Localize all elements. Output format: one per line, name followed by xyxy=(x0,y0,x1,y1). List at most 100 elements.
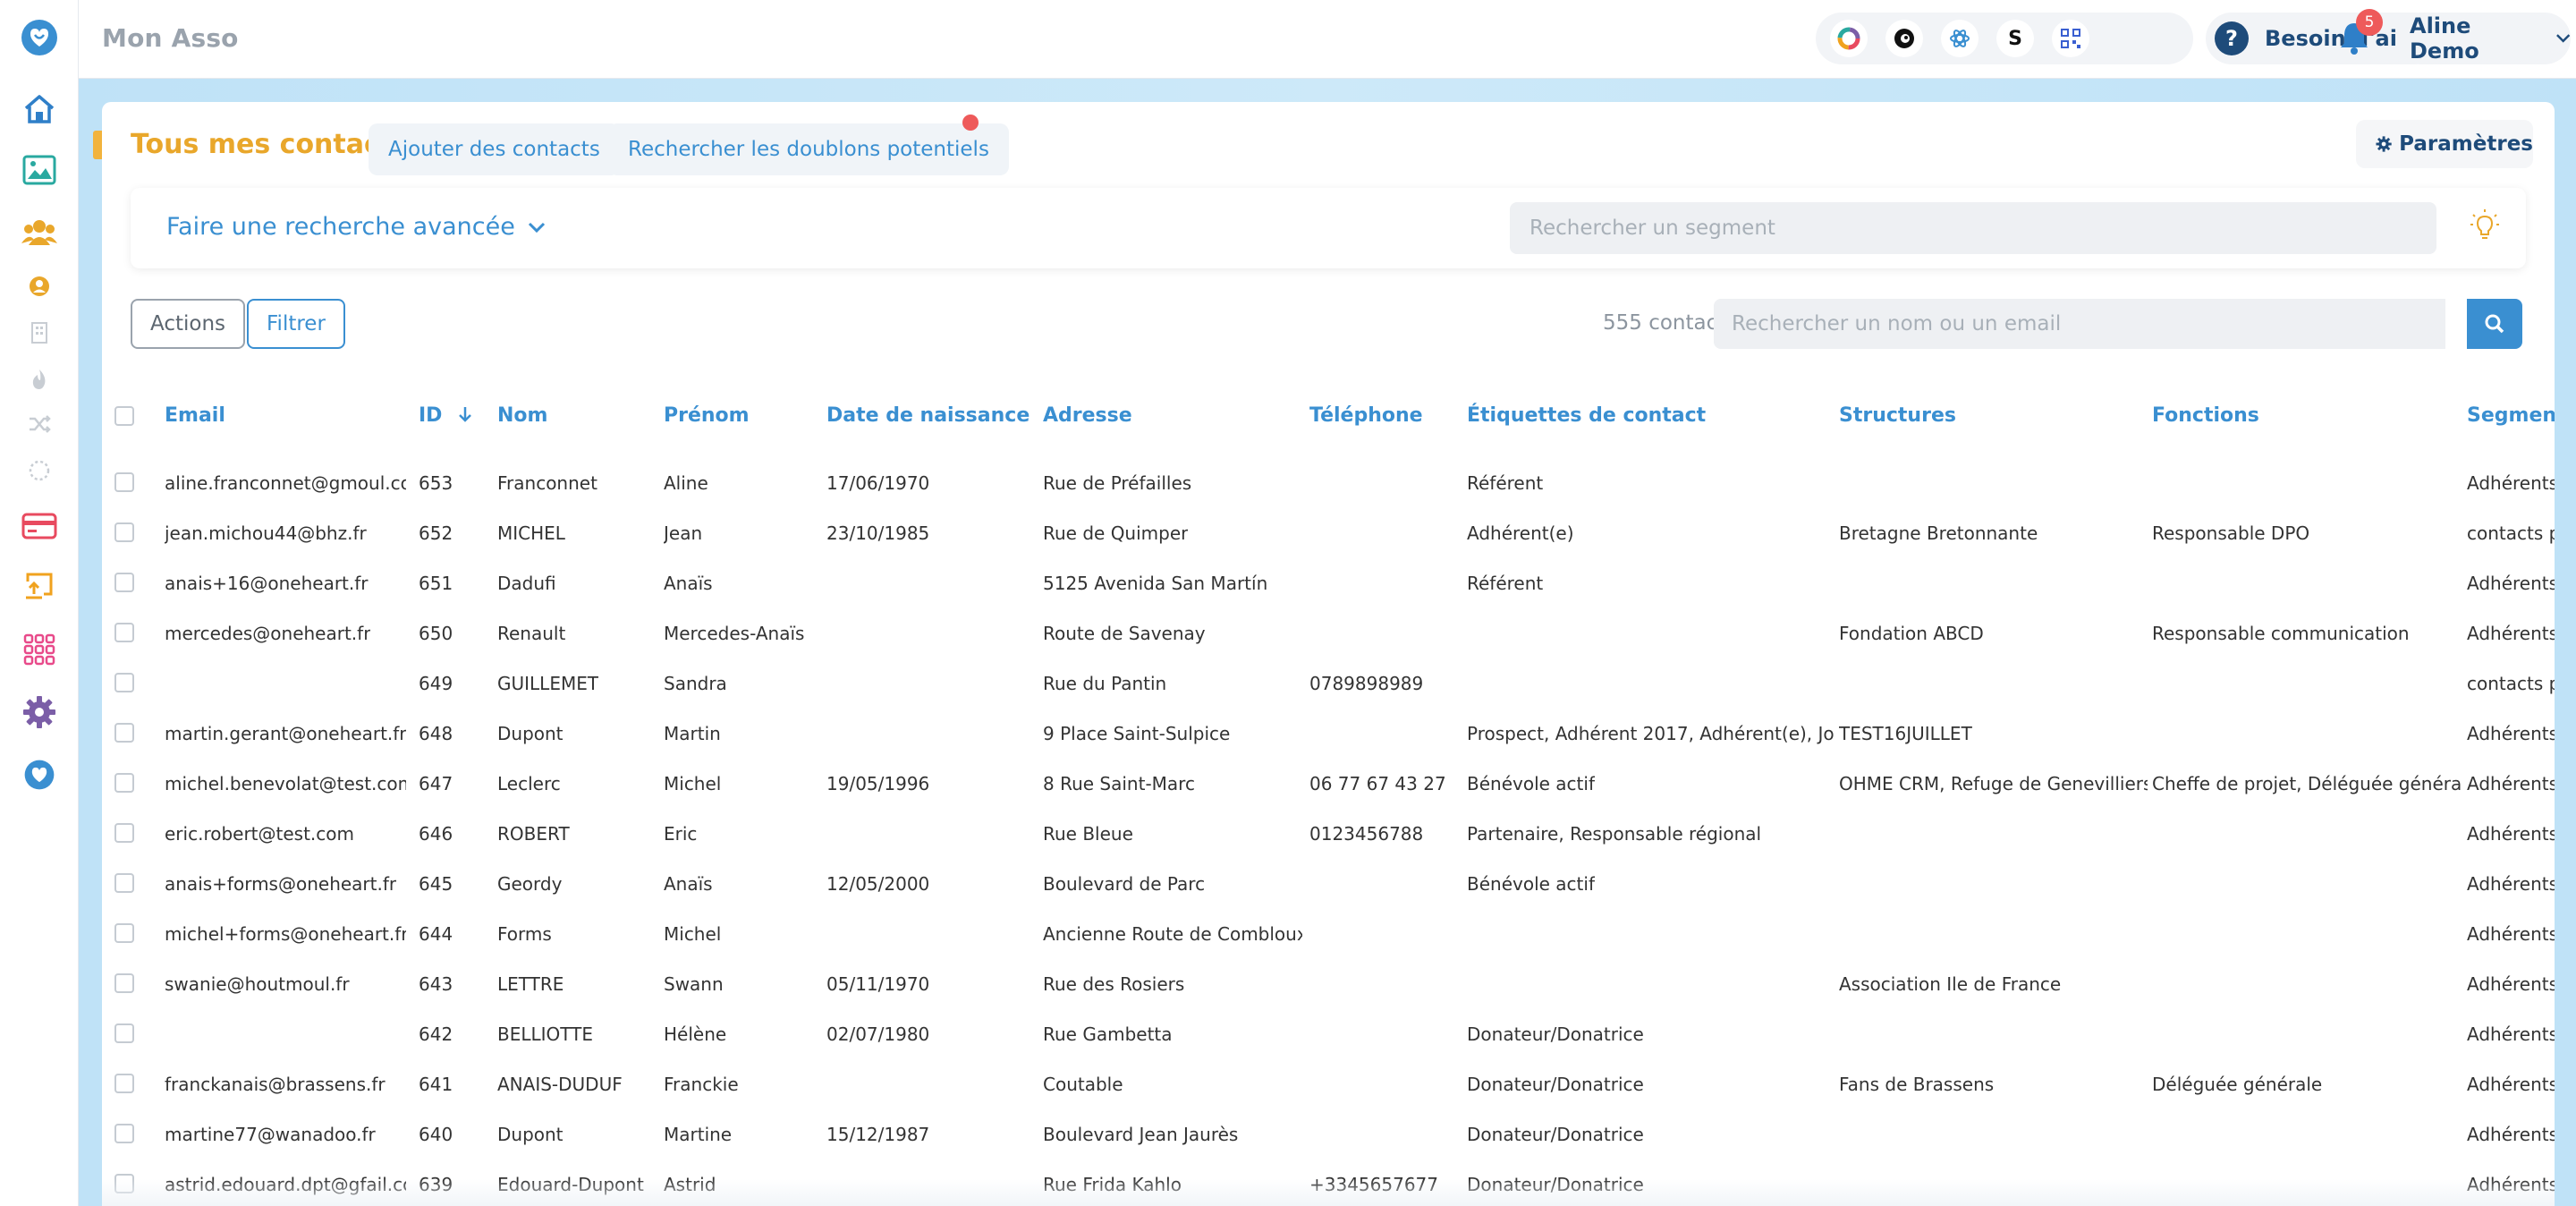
cell-adresse: Boulevard Jean Jaurès xyxy=(1043,1124,1239,1145)
cell-segments: Adhérents xyxy=(2467,723,2555,744)
column-header-nom[interactable]: Nom xyxy=(497,404,547,427)
table-row[interactable]: anais+16@oneheart.fr 651 Dadufi Anaïs 5125 A… xyxy=(102,558,2555,608)
cell-adresse: 8 Rue Saint-Marc xyxy=(1043,773,1195,794)
upload-icon[interactable] xyxy=(20,567,59,607)
row-checkbox[interactable] xyxy=(114,1124,134,1143)
settings-label: Paramètres xyxy=(2399,132,2533,156)
advanced-search-toggle[interactable]: Faire une recherche avancée xyxy=(166,213,546,241)
column-header-etiquettes[interactable]: Étiquettes de contact xyxy=(1467,404,1706,427)
column-header-prenom[interactable]: Prénom xyxy=(664,404,750,427)
cell-birthdate: 05/11/1970 xyxy=(826,973,930,995)
qr-integration-icon[interactable] xyxy=(2052,20,2089,57)
app-title: Mon Asso xyxy=(102,23,239,53)
column-header-adresse[interactable]: Adresse xyxy=(1043,404,1132,427)
cell-email: jean.michou44@bhz.fr xyxy=(165,522,367,544)
table-row[interactable]: eric.robert@test.com 646 ROBERT Eric Rue Ble… xyxy=(102,809,2555,859)
cell-structures: OHME CRM, Refuge de Genevilliers xyxy=(1839,773,2148,794)
row-checkbox[interactable] xyxy=(114,472,134,492)
column-header-segments[interactable]: Segments xyxy=(2467,404,2555,427)
gear-icon[interactable] xyxy=(20,692,59,732)
row-checkbox[interactable] xyxy=(114,923,134,943)
cell-adresse: Rue de Quimper xyxy=(1043,522,1189,544)
name-email-search-input[interactable] xyxy=(1714,299,2445,349)
row-checkbox[interactable] xyxy=(114,723,134,743)
payment-card-icon[interactable] xyxy=(20,506,59,546)
row-checkbox[interactable] xyxy=(114,823,134,843)
cell-id: 650 xyxy=(419,623,453,644)
cell-nom: Geordy xyxy=(497,873,563,895)
user-menu[interactable]: Aline Demo xyxy=(2395,13,2571,64)
cell-prenom: Anaïs xyxy=(664,873,713,895)
row-checkbox[interactable] xyxy=(114,522,134,542)
row-checkbox[interactable] xyxy=(114,1023,134,1043)
table-row[interactable]: martin.gerant@oneheart.fr 648 Dupont Martin… xyxy=(102,709,2555,759)
row-checkbox[interactable] xyxy=(114,973,134,993)
shuffle-icon[interactable] xyxy=(20,404,59,444)
person-icon[interactable] xyxy=(20,267,59,306)
cell-id: 642 xyxy=(419,1023,453,1045)
cell-id: 643 xyxy=(419,973,453,995)
table-row[interactable]: mercedes@oneheart.fr 650 Renault Mercedes-A… xyxy=(102,608,2555,658)
cell-id: 648 xyxy=(419,723,453,744)
contacts-card: Tous mes contacts Ajouter des contacts R… xyxy=(102,102,2555,1206)
cell-nom: BELLIOTTE xyxy=(497,1023,594,1045)
cell-adresse: Boulevard de Parc xyxy=(1043,873,1206,895)
column-header-birthdate[interactable]: Date de naissance xyxy=(826,404,1030,427)
table-row[interactable]: michel+forms@oneheart.fr 644 Forms Michel An… xyxy=(102,909,2555,959)
segment-search-input[interactable] xyxy=(1510,202,2436,254)
search-button[interactable] xyxy=(2467,299,2522,349)
cell-segments: Adhérents xyxy=(2467,823,2555,845)
table-row[interactable]: jean.michou44@bhz.fr 652 MICHEL Jean 23/10/1… xyxy=(102,508,2555,558)
row-checkbox[interactable] xyxy=(114,873,134,893)
flame-icon[interactable] xyxy=(20,360,59,399)
column-header-structures[interactable]: Structures xyxy=(1839,404,1956,427)
gallery-icon[interactable] xyxy=(20,150,59,190)
row-checkbox[interactable] xyxy=(114,623,134,642)
settings-button[interactable]: Paramètres xyxy=(2356,120,2533,168)
home-icon[interactable] xyxy=(20,89,59,129)
cell-prenom: Michel xyxy=(664,923,722,945)
cell-nom: Leclerc xyxy=(497,773,561,794)
cell-segments: contacts pa xyxy=(2467,673,2555,694)
column-header-id[interactable]: ID xyxy=(419,404,472,427)
table-row[interactable]: michel.benevolat@test.com 647 Leclerc Miche… xyxy=(102,759,2555,809)
openai-integration-icon[interactable] xyxy=(1941,20,1979,57)
cell-adresse: Rue Bleue xyxy=(1043,823,1133,845)
cell-fonctions: Responsable DPO xyxy=(2152,522,2310,544)
ring-integration-icon[interactable] xyxy=(1830,20,1868,57)
contacts-group-icon[interactable] xyxy=(20,213,59,252)
table-row[interactable]: martine77@wanadoo.fr 640 Dupont Martine 15/1… xyxy=(102,1109,2555,1159)
heart-logo-icon[interactable] xyxy=(20,755,59,794)
table-row[interactable]: franckanais@brassens.fr 641 ANAIS-DUDUF Fra… xyxy=(102,1059,2555,1109)
building-icon[interactable] xyxy=(20,313,59,352)
cell-etiquettes: Référent xyxy=(1467,573,1544,594)
s-integration-icon[interactable]: S xyxy=(1996,20,2034,57)
column-header-telephone[interactable]: Téléphone xyxy=(1309,404,1423,427)
table-row[interactable]: aline.franconnet@gmoul.com 653 Franconnet A… xyxy=(102,458,2555,508)
table-row[interactable]: anais+forms@oneheart.fr 645 Geordy Anaïs 12/… xyxy=(102,859,2555,909)
select-all-checkbox[interactable] xyxy=(114,406,134,426)
table-row[interactable]: swanie@houtmoul.fr 643 LETTRE Swann 05/11/19… xyxy=(102,959,2555,1009)
row-checkbox[interactable] xyxy=(114,673,134,692)
cell-email: aline.franconnet@gmoul.com xyxy=(165,472,406,494)
table-row[interactable]: 642 BELLIOTTE Hélène 02/07/1980 Rue Gambetta… xyxy=(102,1009,2555,1059)
row-checkbox[interactable] xyxy=(114,1074,134,1093)
column-header-fonctions[interactable]: Fonctions xyxy=(2152,404,2259,427)
cell-nom: Dupont xyxy=(497,1124,564,1145)
table-row[interactable]: 649 GUILLEMET Sandra Rue du Pantin 078989898… xyxy=(102,658,2555,709)
row-checkbox[interactable] xyxy=(114,573,134,592)
mailchimp-integration-icon[interactable] xyxy=(1885,20,1923,57)
apps-grid-icon[interactable] xyxy=(20,630,59,669)
cell-fonctions: Cheffe de projet, Déléguée générale xyxy=(2152,773,2461,794)
cell-segments: Adhérents xyxy=(2467,573,2555,594)
dotted-circle-icon[interactable] xyxy=(20,451,59,490)
tab-find-duplicates[interactable]: Rechercher les doublons potentiels xyxy=(608,123,1009,175)
cell-prenom: Jean xyxy=(664,522,703,544)
lightbulb-icon[interactable] xyxy=(2469,208,2501,247)
app-logo-icon[interactable] xyxy=(20,18,59,57)
tab-add-contacts[interactable]: Ajouter des contacts xyxy=(369,123,620,175)
actions-button[interactable]: Actions xyxy=(131,299,246,349)
row-checkbox[interactable] xyxy=(114,773,134,793)
column-header-email[interactable]: Email xyxy=(165,404,225,427)
filter-button[interactable]: Filtrer xyxy=(247,299,345,349)
